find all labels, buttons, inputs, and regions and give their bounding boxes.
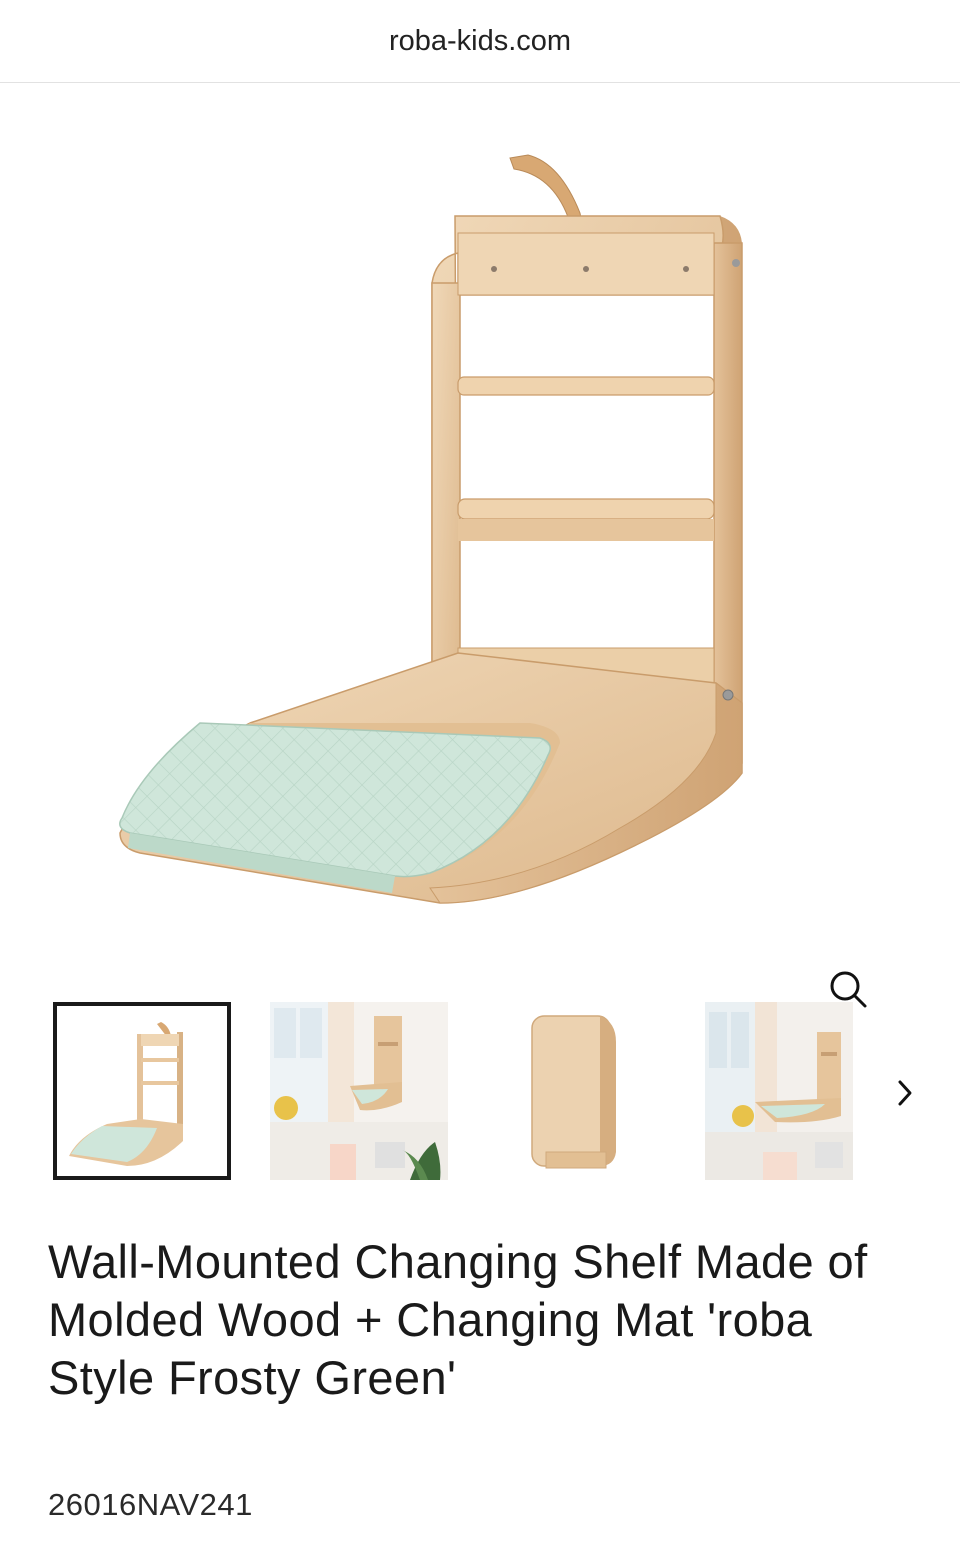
thumbnail-strip	[0, 998, 960, 1188]
chevron-right-icon	[898, 1080, 912, 1106]
next-thumbnail-button[interactable]	[880, 1068, 930, 1118]
product-sku: 26016NAV241	[48, 1487, 253, 1522]
url-bar[interactable]: roba-kids.com	[0, 0, 960, 83]
thumbnail-product-image	[69, 1022, 183, 1166]
url-text: roba-kids.com	[388, 24, 572, 57]
thumbnail-folded[interactable]	[488, 1002, 666, 1180]
product-title: Wall-Mounted Changing Shelf Made of Mold…	[48, 1235, 868, 1404]
changing-shelf-illustration	[119, 154, 743, 904]
thumbnail-room-scene-2-image	[705, 1002, 853, 1180]
thumbnail-room-scene-2[interactable]	[705, 1002, 853, 1180]
main-product-image[interactable]	[0, 83, 960, 1008]
thumbnail-room-scene[interactable]	[270, 1002, 448, 1180]
thumbnail-product[interactable]	[53, 1002, 231, 1180]
thumbnail-folded-image	[531, 1015, 616, 1169]
thumbnail-room-scene-image	[270, 1002, 448, 1180]
